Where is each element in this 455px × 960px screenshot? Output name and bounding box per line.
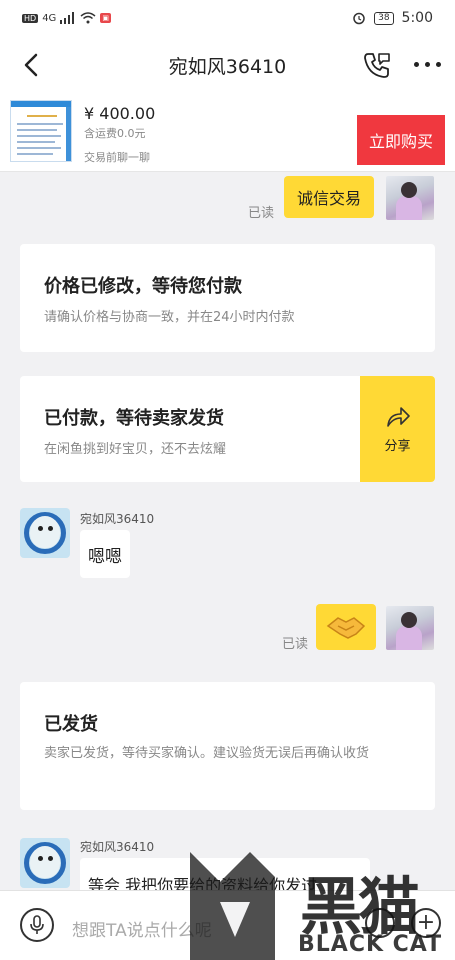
read-receipt: 已读 — [282, 637, 309, 652]
status-time: 5:00 — [401, 10, 433, 26]
status-bar: HD 4G ▣ 38 5:00 — [0, 0, 455, 36]
card-subtitle: 请确认价格与协商一致，并在24小时内付款 — [44, 310, 295, 325]
read-receipt: 已读 — [248, 206, 275, 221]
back-arrow-icon[interactable] — [18, 50, 46, 80]
card-subtitle: 卖家已发货，等待买家确认。建议验货无误后再确认收货 — [44, 746, 370, 761]
status-right: 38 5:00 — [352, 10, 433, 26]
my-avatar[interactable] — [386, 176, 434, 220]
app-notification-icon: ▣ — [100, 13, 111, 23]
alarm-icon — [353, 12, 365, 25]
product-bar[interactable]: ¥ 400.00 含运费0.0元 交易前聊一聊 立即购买 — [0, 94, 455, 172]
message-input[interactable]: 想跟TA说点什么呢 — [72, 916, 212, 941]
share-button[interactable]: 分享 — [360, 376, 435, 482]
chat-before-trade: 交易前聊一聊 — [84, 151, 150, 164]
shipping-fee: 含运费0.0元 — [84, 127, 146, 140]
sender-name: 宛如风36410 — [80, 840, 155, 854]
signal-icon — [60, 12, 75, 24]
wifi-icon — [80, 12, 96, 24]
my-message-bubble[interactable]: 诚信交易 — [284, 176, 374, 218]
card-subtitle: 在闲鱼挑到好宝贝，还不去炫耀 — [44, 442, 227, 457]
paid-status-card[interactable]: 已付款，等待卖家发货 在闲鱼挑到好宝贝，还不去炫耀 分享 — [20, 376, 435, 482]
voice-input-button[interactable] — [20, 908, 54, 942]
microphone-icon — [30, 915, 44, 934]
signal-label: 4G — [42, 12, 57, 24]
phone-call-icon[interactable] — [362, 50, 392, 80]
buy-now-button[interactable]: 立即购买 — [357, 115, 445, 165]
shipped-status-card[interactable]: 已发货 卖家已发货，等待买家确认。建议验货无误后再确认收货 — [20, 682, 435, 810]
nav-bar: 宛如风36410 — [0, 36, 455, 94]
card-title: 已付款，等待卖家发货 — [44, 408, 224, 429]
share-label: 分享 — [384, 438, 411, 454]
network-badge: HD — [22, 13, 39, 23]
status-left: HD 4G ▣ — [22, 12, 111, 24]
more-actions-button[interactable]: + — [411, 908, 441, 938]
card-title: 已发货 — [44, 714, 98, 735]
product-price: ¥ 400.00 — [84, 104, 156, 123]
emoji-button[interactable] — [365, 908, 395, 938]
seller-avatar[interactable] — [20, 838, 70, 888]
card-title: 价格已修改，等待您付款 — [44, 276, 242, 297]
battery-icon: 38 — [374, 11, 394, 25]
handshake-emoji-icon — [326, 617, 366, 639]
seller-message-bubble[interactable]: 嗯嗯 — [80, 530, 130, 578]
more-options-icon[interactable] — [414, 62, 444, 70]
message-input-bar: 想跟TA说点什么呢 + — [0, 890, 455, 960]
my-emoji-bubble[interactable] — [316, 604, 376, 650]
sender-name: 宛如风36410 — [80, 512, 155, 526]
my-avatar[interactable] — [386, 606, 434, 650]
product-thumbnail[interactable] — [10, 100, 72, 162]
seller-avatar[interactable] — [20, 508, 70, 558]
price-modified-card[interactable]: 价格已修改，等待您付款 请确认价格与协商一致，并在24小时内付款 — [20, 244, 435, 352]
share-arrow-icon — [386, 406, 410, 427]
